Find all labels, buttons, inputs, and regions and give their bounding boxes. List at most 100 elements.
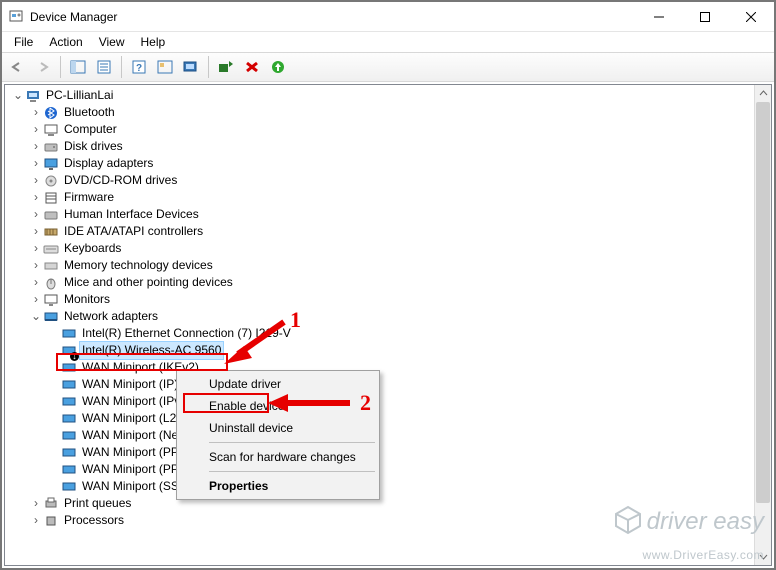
firmware-icon bbox=[43, 190, 59, 206]
expand-icon[interactable]: ⌄ bbox=[11, 87, 25, 104]
uninstall-button[interactable] bbox=[240, 55, 264, 79]
forward-button[interactable] bbox=[31, 55, 55, 79]
minimize-button[interactable] bbox=[636, 2, 682, 32]
hid-icon bbox=[43, 207, 59, 223]
menu-help[interactable]: Help bbox=[133, 33, 174, 51]
tree-category-hid[interactable]: › Human Interface Devices bbox=[7, 206, 771, 223]
tree-category-monitors[interactable]: › Monitors bbox=[7, 291, 771, 308]
tree-label: IDE ATA/ATAPI controllers bbox=[62, 223, 205, 240]
action-center-button[interactable] bbox=[153, 55, 177, 79]
ctx-enable-device[interactable]: Enable device bbox=[179, 395, 377, 417]
expand-icon[interactable]: › bbox=[29, 104, 43, 121]
back-button[interactable] bbox=[5, 55, 29, 79]
network-adapter-icon bbox=[61, 462, 77, 478]
tree-device-wan[interactable]: ›WAN Miniport (SSTP) bbox=[7, 478, 771, 495]
update-driver-button[interactable] bbox=[266, 55, 290, 79]
tree-label: Disk drives bbox=[62, 138, 125, 155]
tree-label: Firmware bbox=[62, 189, 116, 206]
network-adapter-icon bbox=[61, 394, 77, 410]
tree-label: DVD/CD-ROM drives bbox=[62, 172, 179, 189]
scan-hardware-button[interactable] bbox=[179, 55, 203, 79]
expand-icon[interactable]: › bbox=[29, 495, 43, 512]
ctx-update-driver[interactable]: Update driver bbox=[179, 373, 377, 395]
tree-label: Bluetooth bbox=[62, 104, 117, 121]
tree-category-display[interactable]: › Display adapters bbox=[7, 155, 771, 172]
network-adapter-icon bbox=[61, 428, 77, 444]
expand-icon[interactable]: ⌄ bbox=[29, 308, 43, 325]
tree-device-wan[interactable]: ›WAN Miniport (IP) bbox=[7, 376, 771, 393]
tree-category-keyboards[interactable]: › Keyboards bbox=[7, 240, 771, 257]
context-menu: Update driver Enable device Uninstall de… bbox=[176, 370, 380, 500]
ctx-separator bbox=[209, 471, 375, 472]
tree-device-wan[interactable]: ›WAN Miniport (IKEv2) bbox=[7, 359, 771, 376]
tree-device-ethernet[interactable]: › Intel(R) Ethernet Connection (7) I219-… bbox=[7, 325, 771, 342]
expand-icon[interactable]: › bbox=[29, 240, 43, 257]
vertical-scrollbar[interactable] bbox=[754, 85, 771, 565]
tree-label: PC-LillianLai bbox=[44, 87, 115, 104]
menu-view[interactable]: View bbox=[91, 33, 133, 51]
network-adapter-icon bbox=[61, 445, 77, 461]
tree-category-disk[interactable]: › Disk drives bbox=[7, 138, 771, 155]
tree-category-firmware[interactable]: › Firmware bbox=[7, 189, 771, 206]
expand-icon[interactable]: › bbox=[29, 189, 43, 206]
enable-device-button[interactable] bbox=[214, 55, 238, 79]
printer-icon bbox=[43, 496, 59, 512]
tree-root[interactable]: ⌄ PC-LillianLai bbox=[7, 87, 771, 104]
tree-device-wan[interactable]: ›WAN Miniport (PPPOE) bbox=[7, 444, 771, 461]
scroll-track[interactable] bbox=[755, 102, 771, 548]
ctx-properties[interactable]: Properties bbox=[179, 475, 377, 497]
expand-icon[interactable]: › bbox=[29, 155, 43, 172]
properties-button[interactable] bbox=[92, 55, 116, 79]
tree-label: Computer bbox=[62, 121, 119, 138]
expand-icon[interactable]: › bbox=[29, 257, 43, 274]
disk-icon bbox=[43, 139, 59, 155]
expand-icon[interactable]: › bbox=[29, 172, 43, 189]
expand-icon[interactable]: › bbox=[29, 512, 43, 529]
expand-icon[interactable]: › bbox=[29, 138, 43, 155]
menu-file[interactable]: File bbox=[6, 33, 41, 51]
close-button[interactable] bbox=[728, 2, 774, 32]
help-button[interactable]: ? bbox=[127, 55, 151, 79]
expand-icon[interactable]: › bbox=[29, 291, 43, 308]
tree-category-bluetooth[interactable]: › Bluetooth bbox=[7, 104, 771, 121]
network-icon bbox=[43, 309, 59, 325]
tree-category-network[interactable]: ⌄ Network adapters bbox=[7, 308, 771, 325]
tree-category-printq[interactable]: › Print queues bbox=[7, 495, 771, 512]
tree-label: Network adapters bbox=[62, 308, 160, 325]
tree-category-mice[interactable]: › Mice and other pointing devices bbox=[7, 274, 771, 291]
expand-icon[interactable]: › bbox=[29, 206, 43, 223]
tree-device-wireless[interactable]: › Intel(R) Wireless-AC 9560 bbox=[7, 342, 771, 359]
ctx-scan-hardware[interactable]: Scan for hardware changes bbox=[179, 446, 377, 468]
menu-action[interactable]: Action bbox=[41, 33, 90, 51]
bluetooth-icon bbox=[43, 105, 59, 121]
device-tree[interactable]: ⌄ PC-LillianLai › Bluetooth › Computer ›… bbox=[7, 87, 771, 529]
tree-device-wan[interactable]: ›WAN Miniport (PPTP) bbox=[7, 461, 771, 478]
tree-device-wan[interactable]: ›WAN Miniport (L2TP) bbox=[7, 410, 771, 427]
tree-device-wan[interactable]: ›WAN Miniport (IPv6) bbox=[7, 393, 771, 410]
maximize-button[interactable] bbox=[682, 2, 728, 32]
ctx-uninstall-device[interactable]: Uninstall device bbox=[179, 417, 377, 439]
tree-category-memtech[interactable]: › Memory technology devices bbox=[7, 257, 771, 274]
show-hide-console-tree-button[interactable] bbox=[66, 55, 90, 79]
window-title: Device Manager bbox=[30, 10, 117, 24]
tree-category-dvd[interactable]: › DVD/CD-ROM drives bbox=[7, 172, 771, 189]
tree-label: Processors bbox=[62, 512, 126, 529]
expand-icon[interactable]: › bbox=[29, 274, 43, 291]
dvd-icon bbox=[43, 173, 59, 189]
computer-root-icon bbox=[25, 88, 41, 104]
menu-bar: File Action View Help bbox=[2, 32, 774, 52]
ide-icon bbox=[43, 224, 59, 240]
tree-category-processors[interactable]: › Processors bbox=[7, 512, 771, 529]
scroll-thumb[interactable] bbox=[756, 102, 770, 503]
toolbar: ? bbox=[2, 52, 774, 82]
tree-device-wan[interactable]: ›WAN Miniport (Network Monitor) bbox=[7, 427, 771, 444]
scroll-down-button[interactable] bbox=[755, 548, 771, 565]
tree-label: Monitors bbox=[62, 291, 112, 308]
expand-icon[interactable]: › bbox=[29, 223, 43, 240]
tree-category-ide[interactable]: › IDE ATA/ATAPI controllers bbox=[7, 223, 771, 240]
svg-text:?: ? bbox=[136, 63, 142, 74]
tree-category-computer[interactable]: › Computer bbox=[7, 121, 771, 138]
scroll-up-button[interactable] bbox=[755, 85, 771, 102]
expand-icon[interactable]: › bbox=[29, 121, 43, 138]
title-bar: Device Manager bbox=[2, 2, 774, 32]
